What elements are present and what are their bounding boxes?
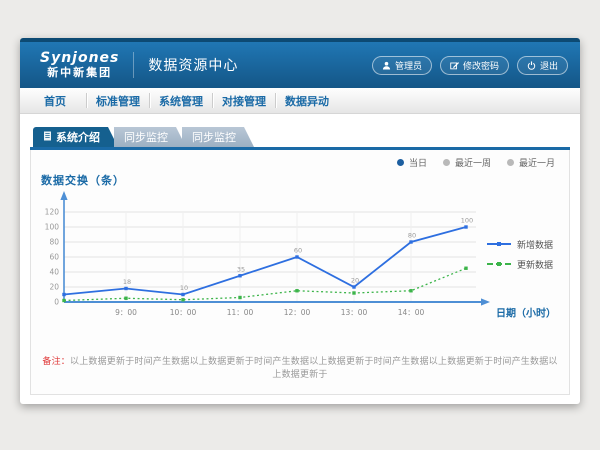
- svg-text:11：00: 11：00: [227, 308, 254, 317]
- svg-text:60: 60: [294, 247, 302, 255]
- legend-label: 新增数据: [517, 238, 553, 251]
- radio-label: 当日: [409, 156, 427, 169]
- nav-item-home[interactable]: 首页: [24, 88, 86, 113]
- svg-text:13：00: 13：00: [341, 308, 368, 317]
- user-icon: [382, 61, 391, 70]
- svg-text:12：00: 12：00: [284, 308, 311, 317]
- page-title: 数据资源中心: [148, 55, 238, 75]
- radio-label: 最近一周: [455, 156, 491, 169]
- tab-sync-monitor-2[interactable]: 同步监控: [182, 127, 254, 147]
- app-header: Synjones 新中新集团 数据资源中心 管理员 修改密码: [20, 42, 580, 88]
- power-icon: [527, 61, 536, 70]
- note-text: 以上数据更新于时间产生数据以上数据更新于时间产生数据以上数据更新于时间产生数据以…: [70, 357, 558, 380]
- svg-text:35: 35: [237, 265, 245, 273]
- solid-line-sample-icon: [487, 243, 511, 245]
- logout-button[interactable]: 退出: [517, 56, 568, 75]
- nav-item-interface-mgmt[interactable]: 对接管理: [213, 88, 275, 113]
- change-password-label: 修改密码: [463, 59, 499, 72]
- document-icon: [43, 131, 52, 144]
- tab-system-intro[interactable]: 系统介绍: [33, 127, 118, 147]
- tab-sync-monitor-1[interactable]: 同步监控: [114, 127, 186, 147]
- svg-text:18: 18: [123, 278, 131, 286]
- legend-item-new-data[interactable]: 新增数据: [487, 234, 559, 254]
- header-divider: [133, 52, 134, 78]
- admin-user-button[interactable]: 管理员: [372, 56, 432, 75]
- svg-text:日期（小时）: 日期（小时）: [496, 307, 556, 320]
- radio-dot-icon: [443, 159, 450, 166]
- svg-text:80: 80: [408, 232, 416, 240]
- svg-text:14：00: 14：00: [398, 308, 425, 317]
- company-logo: Synjones 新中新集团: [40, 51, 119, 78]
- nav-item-data-change[interactable]: 数据异动: [276, 88, 338, 113]
- radio-dot-icon: [507, 159, 514, 166]
- content-area: 系统介绍 同步监控 同步监控 当日 最近一周: [20, 114, 580, 395]
- tab-bar: 系统介绍 同步监控 同步监控: [33, 127, 570, 147]
- svg-text:100: 100: [45, 223, 60, 232]
- svg-text:100: 100: [461, 217, 473, 225]
- chart-panel: 当日 最近一周 最近一月 数据交换（条） 0204060801001209：00…: [30, 150, 570, 395]
- tab-label: 系统介绍: [56, 129, 100, 145]
- radio-dot-icon: [397, 159, 404, 166]
- legend-item-updated-data[interactable]: 更新数据: [487, 254, 559, 274]
- footer-note: 备注：以上数据更新于时间产生数据以上数据更新于时间产生数据以上数据更新于时间产生…: [41, 354, 559, 380]
- nav-item-system-mgmt[interactable]: 系统管理: [150, 88, 212, 113]
- radio-last-week[interactable]: 最近一周: [443, 156, 491, 169]
- svg-text:20: 20: [351, 277, 359, 285]
- svg-text:80: 80: [49, 238, 59, 247]
- radio-today[interactable]: 当日: [397, 156, 427, 169]
- time-range-filter: 当日 最近一周 最近一月: [397, 156, 555, 169]
- svg-text:60: 60: [49, 253, 59, 262]
- svg-text:40: 40: [49, 268, 59, 277]
- edit-icon: [450, 61, 459, 70]
- admin-user-label: 管理员: [395, 59, 422, 72]
- chart-legend: 新增数据 更新数据: [487, 234, 559, 274]
- note-prefix: 备注：: [42, 357, 70, 367]
- dotted-line-sample-icon: [487, 263, 511, 265]
- change-password-button[interactable]: 修改密码: [440, 56, 509, 75]
- radio-last-month[interactable]: 最近一月: [507, 156, 555, 169]
- logout-label: 退出: [540, 59, 558, 72]
- tab-label: 同步监控: [124, 129, 168, 145]
- app-window: Synjones 新中新集团 数据资源中心 管理员 修改密码: [20, 38, 580, 404]
- svg-text:20: 20: [49, 283, 59, 292]
- radio-label: 最近一月: [519, 156, 555, 169]
- nav-item-standard-mgmt[interactable]: 标准管理: [87, 88, 149, 113]
- svg-text:9：00: 9：00: [115, 308, 137, 317]
- svg-text:10：00: 10：00: [170, 308, 197, 317]
- svg-text:0: 0: [54, 298, 59, 307]
- logo-text-cn: 新中新集团: [40, 67, 119, 79]
- logo-text-en: Synjones: [40, 51, 119, 66]
- legend-label: 更新数据: [517, 258, 553, 271]
- svg-text:120: 120: [45, 208, 60, 217]
- svg-text:10: 10: [180, 284, 188, 292]
- tab-label: 同步监控: [192, 129, 236, 145]
- main-nav: 首页 标准管理 系统管理 对接管理 数据异动: [20, 88, 580, 114]
- header-actions: 管理员 修改密码 退出: [372, 56, 568, 75]
